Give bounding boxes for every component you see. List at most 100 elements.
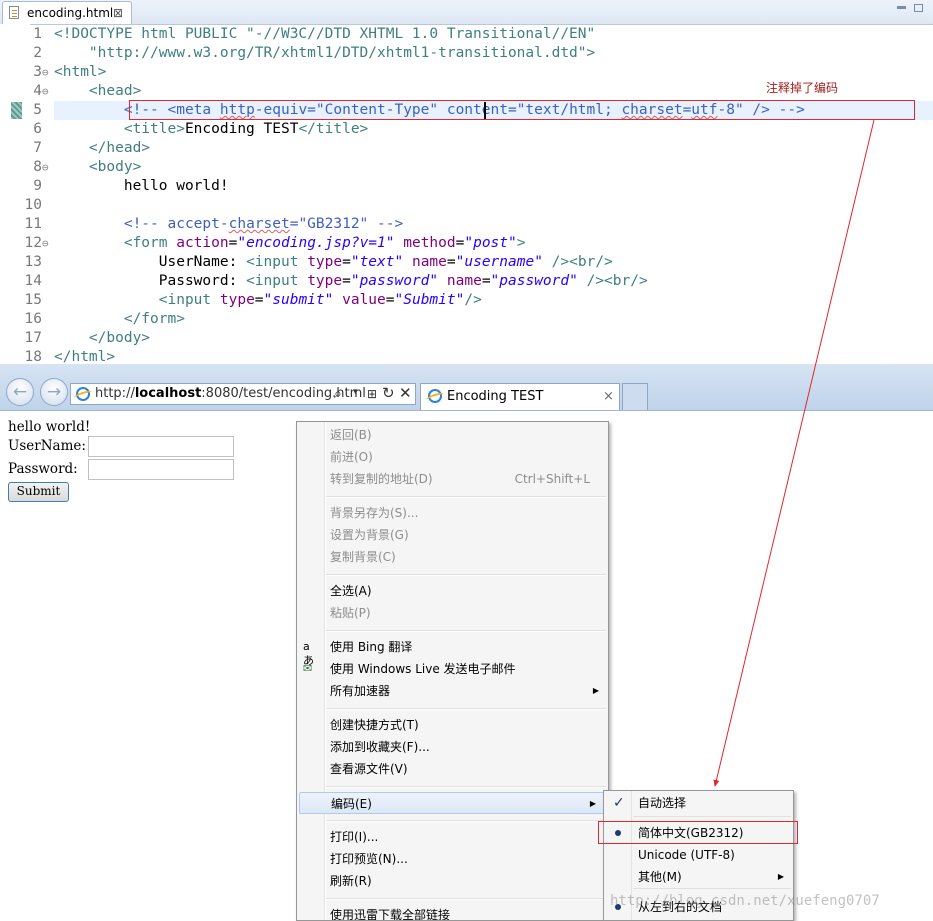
context-menu-item[interactable]: 打印(I)...: [297, 826, 608, 848]
line-number: 1: [33, 26, 42, 42]
code-line[interactable]: 14 Password: <input type="password" name…: [0, 272, 933, 291]
line-number: 6: [33, 121, 42, 137]
password-label: Password:: [8, 461, 78, 477]
context-menu-item[interactable]: 全选(A): [297, 580, 608, 602]
context-menu-item[interactable]: 使用迅雷下载全部链接: [297, 904, 608, 921]
editor-tab-title: encoding.html: [27, 6, 114, 20]
browser-tab-title: Encoding TEST: [447, 389, 544, 404]
context-menu-item[interactable]: 刷新(R): [297, 870, 608, 892]
editor-tab[interactable]: encoding.html ⊠: [2, 1, 132, 24]
menu-separator: [326, 630, 606, 632]
address-bar[interactable]: http://localhost:8080/test/encoding.html…: [70, 383, 416, 405]
fold-toggle-icon[interactable]: ⊖: [42, 234, 49, 253]
menu-item-label: 转到复制的地址(D): [330, 472, 433, 486]
code-text: Password: <input type="password" name="p…: [158, 273, 648, 289]
code-line[interactable]: 6 <title>Encoding TEST</title>: [0, 120, 933, 139]
code-line[interactable]: 8 ⊖ <body>: [0, 158, 933, 177]
minimize-icon[interactable]: [897, 6, 906, 9]
encoding-option[interactable]: 自动选择 ✓: [604, 792, 793, 814]
submenu-arrow-icon: ▶: [589, 799, 596, 808]
close-icon[interactable]: ×: [603, 384, 614, 410]
code-line[interactable]: 9 hello world!: [0, 177, 933, 196]
browser-tab[interactable]: Encoding TEST ×: [420, 383, 620, 410]
code-line[interactable]: 12 ⊖ <form action="encoding.jsp?v=1" meth…: [0, 234, 933, 253]
code-line[interactable]: 10: [0, 196, 933, 215]
menu-item-label: 返回(B): [330, 428, 372, 442]
menu-item-label: 全选(A): [330, 584, 372, 598]
username-input[interactable]: [88, 436, 234, 457]
line-number: 9: [33, 178, 42, 194]
menu-item-label: Unicode (UTF-8): [638, 848, 735, 862]
context-menu-item[interactable]: 使用 Bing 翻译 aあ: [297, 636, 608, 667]
code-line[interactable]: 2 "http://www.w3.org/TR/xhtml1/DTD/xhtml…: [0, 44, 933, 63]
menu-separator: [326, 786, 606, 788]
menu-item-label: 设置为背景(G): [330, 528, 409, 542]
hello-text: hello world!: [8, 419, 91, 435]
ie-logo-icon: [428, 389, 442, 403]
context-menu-item[interactable]: 查看源文件(V): [297, 758, 608, 780]
back-button[interactable]: ←: [6, 378, 34, 406]
forward-button[interactable]: →: [40, 378, 68, 406]
encoding-option[interactable]: 其他(M) ▶: [604, 866, 793, 888]
menu-separator: [326, 496, 606, 498]
menu-item-label: 其他(M): [638, 870, 682, 884]
context-menu-item[interactable]: 打印预览(N)...: [297, 848, 608, 870]
code-line[interactable]: 18 </html>: [0, 348, 933, 364]
watermark-text: http://blog.csdn.net/xuefeng0707: [610, 893, 880, 909]
url-text[interactable]: http://localhost:8080/test/encoding.html: [95, 384, 366, 404]
maximize-icon[interactable]: [914, 4, 923, 12]
menu-separator: [633, 816, 791, 817]
context-menu-item: 复制背景(C): [297, 546, 608, 568]
forward-arrow-icon: →: [46, 382, 62, 402]
line-number: 8: [33, 159, 42, 175]
menu-item-label: 使用迅雷下载全部链接: [330, 908, 451, 921]
fold-toggle-icon[interactable]: ⊖: [42, 82, 49, 101]
line-number: 3: [33, 64, 42, 80]
menu-item-label: 编码(E): [331, 797, 372, 811]
menu-separator: [326, 574, 606, 576]
code-line[interactable]: 13 UserName: <input type="text" name="us…: [0, 253, 933, 272]
code-line[interactable]: 7 </head>: [0, 139, 933, 158]
fold-toggle-icon[interactable]: ⊖: [42, 63, 49, 82]
menu-item-shortcut: Ctrl+Shift+L: [514, 472, 590, 486]
menu-item-label: 查看源文件(V): [330, 762, 408, 776]
fold-toggle-icon[interactable]: ⊖: [42, 158, 49, 177]
line-number: 5: [33, 102, 42, 118]
menu-item-label: 使用 Windows Live 发送电子邮件: [330, 662, 516, 676]
url-prefix: http://: [95, 386, 135, 401]
context-menu-item[interactable]: 创建快捷方式(T): [297, 714, 608, 736]
code-line[interactable]: 11 <!-- accept-charset="GB2312" -->: [0, 215, 933, 234]
chevron-down-icon[interactable]: ▾: [353, 387, 358, 397]
code-line[interactable]: 16 </form>: [0, 310, 933, 329]
context-menu-item[interactable]: 编码(E) ▶: [299, 792, 606, 814]
menu-item-label: 前进(O): [330, 450, 373, 464]
compatibility-view-icon[interactable]: ⊞: [367, 387, 377, 401]
url-host: localhost: [134, 386, 202, 401]
line-number: 13: [24, 254, 42, 270]
refresh-icon[interactable]: ↻: [382, 384, 395, 402]
code-text: UserName: <input type="text" name="usern…: [158, 254, 613, 270]
code-text: <title>Encoding TEST</title>: [123, 121, 369, 137]
submit-button[interactable]: Submit: [8, 482, 69, 502]
close-icon[interactable]: ⊠: [113, 2, 123, 24]
stop-icon[interactable]: ✕: [399, 384, 412, 402]
code-text: </form>: [123, 311, 185, 327]
code-line[interactable]: 15 <input type="submit" value="Submit"/>: [0, 291, 933, 310]
code-text: <input type="submit" value="Submit"/>: [158, 292, 482, 308]
code-editor[interactable]: encoding.html ⊠ 1 <!DOCTYPE html PUBLIC "…: [0, 0, 933, 364]
context-menu-item[interactable]: 所有加速器 ▶: [297, 680, 608, 702]
search-icon[interactable]: ⌕: [334, 386, 342, 402]
context-menu-item[interactable]: 使用 Windows Live 发送电子邮件 ✉: [297, 658, 608, 680]
context-menu-item[interactable]: 添加到收藏夹(F)...: [297, 736, 608, 758]
code-line[interactable]: 1 <!DOCTYPE html PUBLIC "-//W3C//DTD XHTM…: [0, 25, 933, 44]
translate-icon: aあ: [303, 640, 314, 667]
gb2312-highlight-box: [598, 821, 798, 844]
annotation-text: 注释掉了编码: [766, 81, 839, 95]
password-input[interactable]: [88, 459, 234, 480]
menu-separator: [326, 708, 606, 710]
email-icon: ✉: [303, 662, 313, 675]
encoding-option[interactable]: Unicode (UTF-8): [604, 844, 793, 866]
code-line[interactable]: 17 </body>: [0, 329, 933, 348]
check-icon: ✓: [613, 795, 625, 811]
new-tab-button[interactable]: [622, 383, 648, 410]
